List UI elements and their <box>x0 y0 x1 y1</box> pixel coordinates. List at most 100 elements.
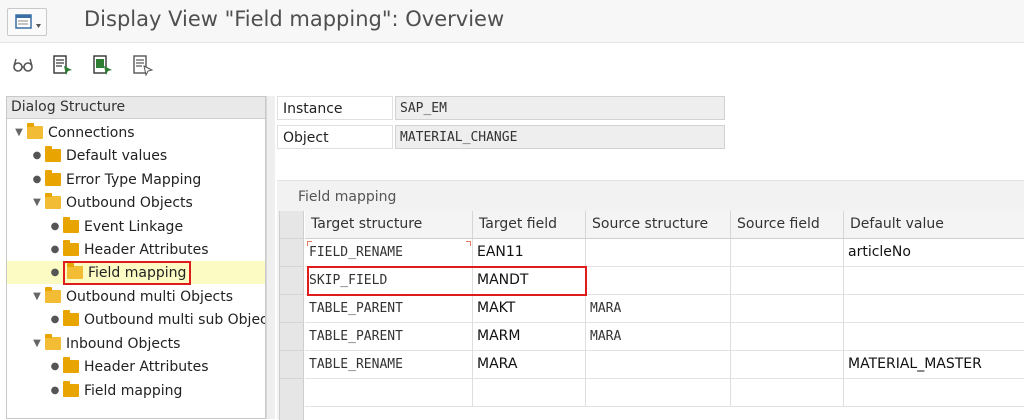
table-cell[interactable]: TABLE_PARENT <box>305 295 473 323</box>
tree-item-inbound-objects[interactable]: ▼ Inbound Objects <box>29 332 180 355</box>
tree-item-outbound-multi-objects[interactable]: ▼ Outbound multi Objects <box>29 285 233 308</box>
instance-field: SAP_EM <box>395 96 725 120</box>
tree-item-error-type-mapping[interactable]: ● Error Type Mapping <box>29 168 201 191</box>
table-cell[interactable] <box>844 267 1024 295</box>
bullet-icon: ● <box>50 267 60 278</box>
folder-icon <box>45 193 61 209</box>
field-mapping-table: Target structure Target field Source str… <box>279 211 1024 420</box>
row-selector[interactable] <box>280 267 304 295</box>
table-cell[interactable]: MARA <box>586 323 731 351</box>
tree-item-header-attributes[interactable]: ● Header Attributes <box>47 238 209 261</box>
folder-icon <box>63 240 79 256</box>
tree-item-label: Connections <box>48 124 135 141</box>
instance-label: Instance <box>283 101 343 117</box>
chevron-down-icon[interactable]: ▼ <box>11 127 27 138</box>
window-menu-icon <box>15 14 41 29</box>
tree-item-label: Event Linkage <box>84 218 184 235</box>
table-cell[interactable]: FIELD_RENAME <box>305 239 473 267</box>
table-cell[interactable]: MATERIAL_MASTER <box>844 351 1024 379</box>
focus-corner-mark <box>307 241 312 246</box>
empty-cell[interactable] <box>844 379 1024 407</box>
tree-item-connections[interactable]: ▼ Connections <box>11 121 135 144</box>
chevron-down-icon[interactable]: ▼ <box>29 291 45 302</box>
tree-item-outbound-multi-sub-objects[interactable]: ● Outbound multi sub Objects <box>47 308 266 331</box>
table-cell[interactable]: MARM <box>473 323 586 351</box>
field-mapping-group: Field mapping Target structure Target fi… <box>277 180 1024 420</box>
empty-cell[interactable] <box>586 379 731 407</box>
table-cell[interactable]: MARA <box>586 295 731 323</box>
select-all-button[interactable] <box>280 211 304 239</box>
group-title: Field mapping <box>298 189 397 205</box>
empty-cell[interactable] <box>731 379 844 407</box>
glasses-icon[interactable] <box>12 54 34 76</box>
tree-item-inbound-field-mapping[interactable]: ● Field mapping <box>47 379 182 402</box>
toolbar <box>0 44 1024 92</box>
row-selector[interactable] <box>280 323 304 351</box>
object-label: Object <box>283 130 329 146</box>
pane-splitter[interactable] <box>266 96 275 419</box>
table-cell[interactable]: TABLE_RENAME <box>305 351 473 379</box>
table-cell[interactable] <box>844 323 1024 351</box>
bullet-icon: ● <box>50 385 60 396</box>
folder-icon <box>63 357 79 373</box>
tree-item-outbound-objects[interactable]: ▼ Outbound Objects <box>29 191 193 214</box>
table-select-icon[interactable] <box>132 54 154 77</box>
bullet-icon: ● <box>32 150 42 161</box>
open-folder-icon <box>67 263 83 279</box>
skip-field-highlight-box <box>307 266 587 296</box>
table-cell[interactable] <box>731 295 844 323</box>
row-selector[interactable] <box>280 295 304 323</box>
table-cell[interactable] <box>844 295 1024 323</box>
row-selector[interactable] <box>280 239 304 267</box>
folder-icon <box>63 217 79 233</box>
tree-item-event-linkage[interactable]: ● Event Linkage <box>47 215 183 238</box>
table-cell[interactable] <box>586 239 731 267</box>
tree-item-label: Header Attributes <box>84 241 209 258</box>
column-header-target-structure[interactable]: Target structure <box>305 211 473 239</box>
table-cell[interactable] <box>731 239 844 267</box>
table-cell[interactable] <box>731 267 844 295</box>
tree-item-field-mapping-selected[interactable]: ● Field mapping <box>7 260 265 285</box>
chevron-down-icon[interactable]: ▼ <box>29 338 45 349</box>
empty-cell[interactable] <box>473 379 586 407</box>
table-cell[interactable]: TABLE_PARENT <box>305 323 473 351</box>
column-header-default-value[interactable]: Default value <box>844 211 1024 239</box>
tree-item-label: Outbound multi sub Objects <box>84 311 266 328</box>
folder-icon <box>45 334 61 350</box>
object-field: MATERIAL_CHANGE <box>395 125 725 149</box>
table-cell[interactable]: MARA <box>473 351 586 379</box>
table-cell[interactable] <box>586 267 731 295</box>
column-header-source-structure[interactable]: Source structure <box>586 211 731 239</box>
menu-button[interactable] <box>7 8 47 36</box>
folder-icon <box>45 146 61 162</box>
tree-item-label: Error Type Mapping <box>66 171 202 188</box>
column-header-source-field[interactable]: Source field <box>731 211 844 239</box>
table-edit-icon[interactable] <box>92 54 114 76</box>
table-cell[interactable]: MAKT <box>473 295 586 323</box>
table-view-icon[interactable] <box>52 54 74 76</box>
tree-item-label: Outbound multi Objects <box>66 288 234 305</box>
folder-icon <box>63 310 79 326</box>
tree-item-label: Default values <box>66 147 168 164</box>
chevron-down-icon[interactable]: ▼ <box>29 197 45 208</box>
row-selector[interactable] <box>280 351 304 379</box>
column-header-target-field[interactable]: Target field <box>473 211 586 239</box>
bullet-icon: ● <box>50 244 60 255</box>
table-cell[interactable]: articleNo <box>844 239 1024 267</box>
empty-cell[interactable] <box>305 379 473 407</box>
tree-item-label: Inbound Objects <box>66 335 181 352</box>
table-cell[interactable] <box>586 351 731 379</box>
table-cell[interactable] <box>731 323 844 351</box>
tree-item-default-values[interactable]: ● Default values <box>29 144 167 167</box>
page-title: Display View "Field mapping": Overview <box>84 7 505 31</box>
tree-item-inbound-header-attributes[interactable]: ● Header Attributes <box>47 355 209 378</box>
bullet-icon: ● <box>50 221 60 232</box>
tree-item-label: Field mapping <box>84 382 183 399</box>
tree-item-label: Outbound Objects <box>66 194 193 211</box>
table-cell[interactable] <box>731 351 844 379</box>
table-cell[interactable]: EAN11 <box>473 239 586 267</box>
dialog-structure-tree: Dialog Structure ▼ Connections ● Default… <box>6 96 266 419</box>
folder-icon <box>45 287 61 303</box>
folder-icon <box>63 381 79 397</box>
bullet-icon: ● <box>32 174 42 185</box>
